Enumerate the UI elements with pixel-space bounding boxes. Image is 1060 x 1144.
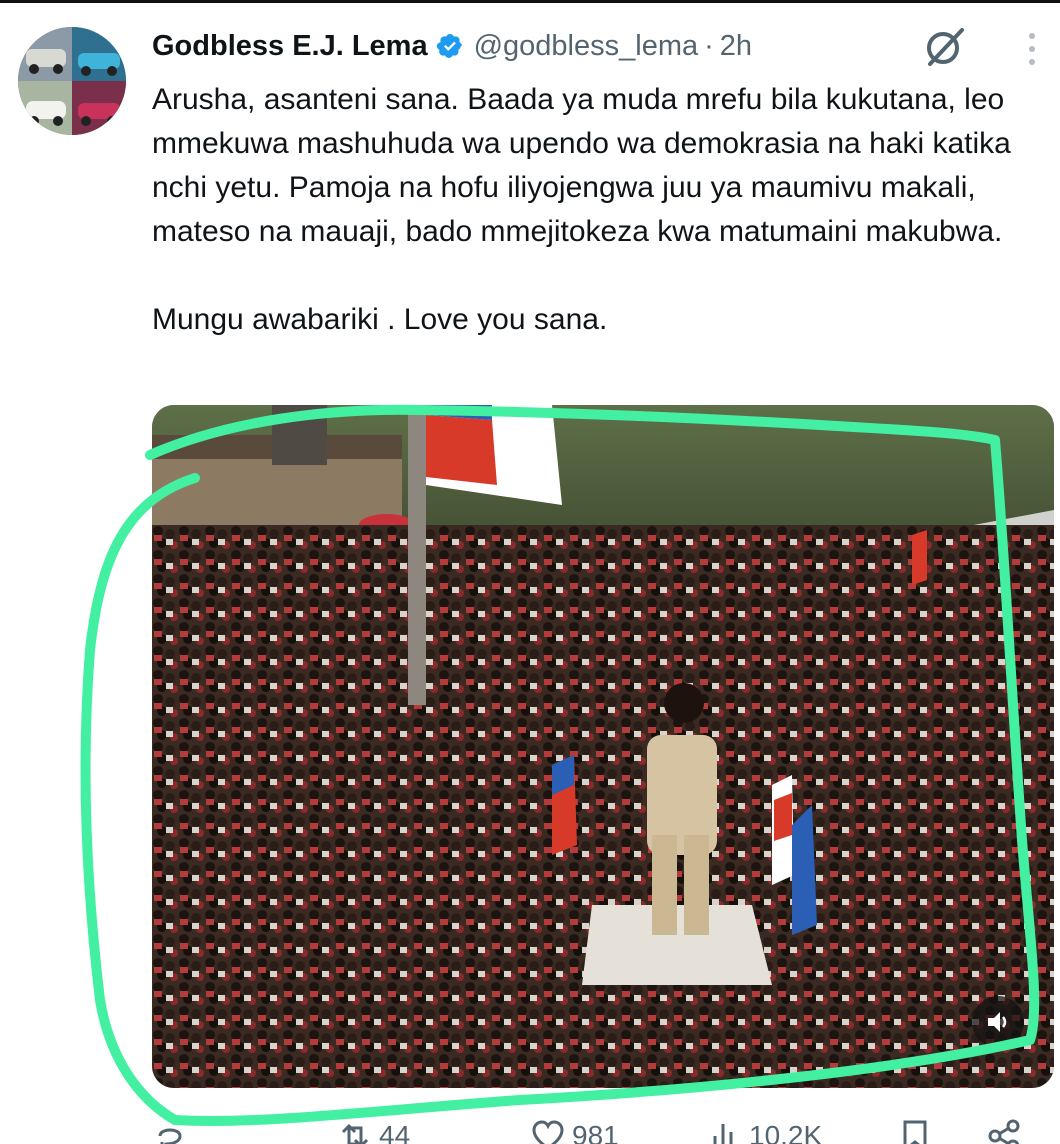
tweet-video[interactable] xyxy=(152,405,1054,1088)
like-button[interactable]: 981 xyxy=(530,1118,619,1144)
reply-button[interactable] xyxy=(152,1118,194,1144)
tweet-action-bar: 44 981 10.2K xyxy=(152,1118,1032,1144)
views-icon xyxy=(713,1124,733,1144)
author-handle[interactable]: @godbless_lema xyxy=(474,30,699,63)
like-count: 981 xyxy=(572,1120,619,1144)
author-name[interactable]: Godbless E.J. Lema xyxy=(152,30,428,63)
verified-badge-icon xyxy=(436,32,464,60)
share-button[interactable] xyxy=(987,1118,1023,1144)
bookmark-button[interactable] xyxy=(897,1118,933,1144)
heart-icon xyxy=(532,1120,564,1144)
tweet-paragraph-1: Arusha, asanteni sana. Baada ya muda mre… xyxy=(152,83,1011,248)
tweet-screen: Godbless E.J. Lema @godbless_lema · 2h A… xyxy=(0,0,1060,1144)
grok-icon[interactable] xyxy=(922,24,968,70)
views-count: 10.2K xyxy=(749,1120,823,1144)
share-icon xyxy=(988,1119,1020,1144)
bookmark-icon xyxy=(903,1120,927,1144)
tweet-header: Godbless E.J. Lema @godbless_lema · 2h xyxy=(152,26,752,66)
top-divider xyxy=(0,0,1060,3)
rally-photo xyxy=(152,405,1054,1088)
tweet-paragraph-2: Mungu awabariki . Love you sana. xyxy=(152,303,608,336)
retweet-count: 44 xyxy=(379,1120,411,1144)
tweet-text: Arusha, asanteni sana. Baada ya muda mre… xyxy=(152,78,1032,342)
more-vertical-icon[interactable] xyxy=(1020,28,1044,70)
timestamp[interactable]: 2h xyxy=(720,30,752,63)
separator-dot: · xyxy=(704,29,714,62)
avatar[interactable] xyxy=(18,27,126,135)
speaker-icon[interactable] xyxy=(972,996,1024,1048)
retweet-icon xyxy=(341,1123,369,1144)
reply-icon xyxy=(158,1128,182,1144)
views-button[interactable]: 10.2K xyxy=(707,1118,822,1144)
retweet-button[interactable]: 44 xyxy=(337,1118,410,1144)
